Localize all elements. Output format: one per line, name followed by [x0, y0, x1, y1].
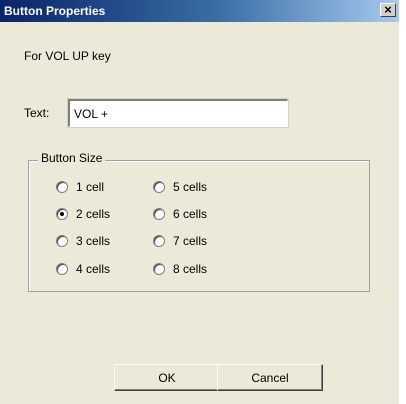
- text-field-label: Text:: [24, 106, 50, 120]
- radio-label: 1 cell: [76, 180, 105, 194]
- cancel-button[interactable]: Cancel: [217, 364, 323, 391]
- radio-button-icon: [56, 181, 68, 193]
- radio-label: 6 cells: [173, 207, 208, 221]
- radio-button-icon: [56, 235, 68, 247]
- radio-3-cells[interactable]: 3 cells: [56, 233, 110, 249]
- button-size-group-label: Button Size: [38, 151, 106, 165]
- radio-button-icon: [153, 263, 165, 275]
- title-bar[interactable]: Button Properties ×: [0, 0, 399, 22]
- ok-button[interactable]: OK: [114, 364, 220, 391]
- radio-label: 2 cells: [76, 207, 111, 221]
- radio-7-cells[interactable]: 7 cells: [153, 233, 207, 249]
- radio-2-cells[interactable]: 2 cells: [56, 206, 110, 222]
- radio-label: 8 cells: [173, 262, 208, 276]
- close-icon: ×: [384, 2, 392, 17]
- radio-label: 7 cells: [173, 234, 208, 248]
- text-field[interactable]: [67, 98, 289, 128]
- radio-label: 4 cells: [76, 262, 111, 276]
- button-properties-dialog: Button Properties × For VOL UP key Text:…: [0, 0, 399, 404]
- radio-6-cells[interactable]: 6 cells: [153, 206, 207, 222]
- radio-label: 5 cells: [173, 180, 208, 194]
- key-label: For VOL UP key: [24, 49, 111, 63]
- dialog-title: Button Properties: [4, 4, 106, 18]
- radio-4-cells[interactable]: 4 cells: [56, 261, 110, 277]
- radio-button-icon: [153, 208, 165, 220]
- close-button[interactable]: ×: [380, 3, 396, 17]
- radio-5-cells[interactable]: 5 cells: [153, 179, 207, 195]
- radio-button-icon: [56, 263, 68, 275]
- radio-button-icon: [153, 181, 165, 193]
- radio-button-selected-icon: [56, 208, 68, 220]
- radio-8-cells[interactable]: 8 cells: [153, 261, 207, 277]
- radio-button-icon: [153, 235, 165, 247]
- radio-label: 3 cells: [76, 234, 111, 248]
- radio-1-cell[interactable]: 1 cell: [56, 179, 104, 195]
